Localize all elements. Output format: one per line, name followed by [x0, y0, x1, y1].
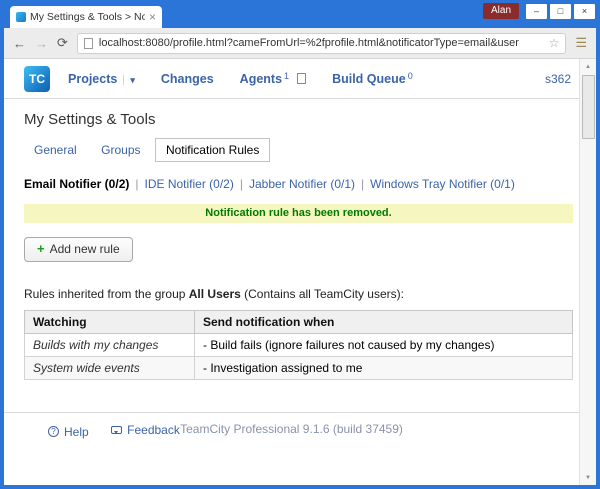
chevron-down-icon[interactable]: ▾: [123, 75, 135, 85]
browser-toolbar: ← → ⟳ localhost:8080/profile.html?cameFr…: [4, 28, 596, 59]
header-user-link[interactable]: s362: [545, 72, 571, 86]
page-footer: ? Help Feedback TeamCity Professional 9.…: [4, 412, 579, 439]
vertical-scrollbar[interactable]: ▲ ▼: [579, 59, 596, 485]
watching-cell: Builds with my changes: [25, 334, 195, 357]
notifier-jabber[interactable]: Jabber Notifier (0/1): [249, 177, 355, 191]
inherited-group-name: All Users: [189, 287, 241, 301]
page-title: My Settings & Tools: [24, 111, 573, 128]
menu-icon[interactable]: ☰: [575, 35, 587, 51]
tab-title: My Settings & Tools > No: [30, 11, 145, 23]
maximize-button[interactable]: □: [550, 4, 571, 19]
nav-changes-label: Changes: [161, 72, 214, 86]
tab-favicon-icon: [16, 12, 26, 22]
version-text: TeamCity Professional 9.1.6 (build 37459…: [4, 422, 579, 436]
page-viewport: TC Projects ▾ Changes Agents1 Build Queue…: [4, 59, 596, 485]
help-label: Help: [64, 425, 89, 439]
page-content: My Settings & Tools General Groups Notif…: [4, 99, 579, 380]
nav-agents[interactable]: Agents1: [240, 72, 306, 86]
help-link[interactable]: ? Help: [48, 425, 89, 439]
notifier-windows-tray[interactable]: Windows Tray Notifier (0/1): [370, 177, 515, 191]
nav-agents-label: Agents: [240, 72, 282, 86]
inherited-prefix: Rules inherited from the group: [24, 287, 185, 301]
forward-icon[interactable]: →: [35, 36, 48, 51]
watching-cell: System wide events: [25, 357, 195, 380]
queue-count-badge: 0: [408, 71, 413, 81]
refresh-icon[interactable]: ⟳: [57, 35, 68, 51]
page-icon: [84, 38, 93, 49]
nav-projects[interactable]: Projects ▾: [68, 72, 135, 86]
table-row: System wide events - Investigation assig…: [25, 357, 573, 380]
agents-count-badge: 1: [284, 71, 289, 81]
nav-build-queue-label: Build Queue: [332, 72, 406, 86]
nav-build-queue[interactable]: Build Queue0: [332, 72, 413, 86]
col-send-notification: Send notification when: [195, 311, 573, 334]
bookmark-star-icon[interactable]: ☆: [549, 36, 560, 50]
main-nav: Projects ▾ Changes Agents1 Build Queue0: [68, 72, 413, 86]
nav-changes[interactable]: Changes: [161, 72, 214, 86]
tab-groups[interactable]: Groups: [91, 139, 150, 161]
success-banner: Notification rule has been removed.: [24, 204, 573, 223]
inherited-rules-text: Rules inherited from the group All Users…: [24, 287, 573, 301]
browser-titlebar: My Settings & Tools > No × Alan – □ ×: [0, 0, 600, 28]
minimize-button[interactable]: –: [526, 4, 547, 19]
notifier-ide[interactable]: IDE Notifier (0/2): [144, 177, 233, 191]
url-text: localhost:8080/profile.html?cameFromUrl=…: [99, 37, 543, 49]
add-new-rule-button[interactable]: + Add new rule: [24, 237, 133, 262]
browser-tab[interactable]: My Settings & Tools > No ×: [10, 6, 162, 28]
teamcity-logo[interactable]: TC: [24, 66, 50, 92]
teamcity-header: TC Projects ▾ Changes Agents1 Build Queue…: [4, 59, 579, 99]
feedback-bubble-icon: [111, 426, 122, 434]
browser-window: My Settings & Tools > No × Alan – □ × ← …: [0, 0, 600, 489]
inherited-suffix: (Contains all TeamCity users):: [244, 287, 404, 301]
scroll-down-icon[interactable]: ▼: [580, 470, 596, 485]
notification-cell: - Build fails (ignore failures not cause…: [195, 334, 573, 357]
scrollbar-thumb[interactable]: [582, 75, 595, 139]
separator: |: [135, 177, 138, 191]
separator: |: [361, 177, 364, 191]
nav-projects-label: Projects: [68, 72, 117, 86]
agent-status-icon: [297, 73, 306, 84]
notifier-tabs: Email Notifier (0/2) | IDE Notifier (0/2) |…: [24, 177, 573, 191]
back-icon[interactable]: ←: [13, 36, 26, 51]
settings-tabs: General Groups Notification Rules: [24, 138, 573, 162]
feedback-label: Feedback: [127, 423, 180, 437]
notification-cell: - Investigation assigned to me: [195, 357, 573, 380]
scroll-up-icon[interactable]: ▲: [580, 59, 596, 74]
add-rule-label: Add new rule: [50, 242, 120, 256]
tab-close-icon[interactable]: ×: [149, 11, 156, 23]
window-controls: Alan – □ ×: [483, 3, 595, 19]
separator: |: [240, 177, 243, 191]
user-badge[interactable]: Alan: [483, 3, 519, 19]
table-header-row: Watching Send notification when: [25, 311, 573, 334]
help-icon: ?: [48, 426, 59, 437]
address-bar[interactable]: localhost:8080/profile.html?cameFromUrl=…: [77, 33, 566, 54]
tab-notification-rules[interactable]: Notification Rules: [155, 138, 270, 162]
feedback-link[interactable]: Feedback: [111, 423, 180, 437]
tab-general[interactable]: General: [24, 139, 87, 161]
browser-body: ← → ⟳ localhost:8080/profile.html?cameFr…: [4, 28, 596, 485]
teamcity-page: TC Projects ▾ Changes Agents1 Build Queue…: [4, 59, 579, 485]
table-row: Builds with my changes - Build fails (ig…: [25, 334, 573, 357]
inherited-rules-table: Watching Send notification when Builds w…: [24, 310, 573, 380]
close-button[interactable]: ×: [574, 4, 595, 19]
col-watching: Watching: [25, 311, 195, 334]
plus-icon: +: [37, 244, 45, 254]
notifier-email[interactable]: Email Notifier (0/2): [24, 177, 129, 191]
